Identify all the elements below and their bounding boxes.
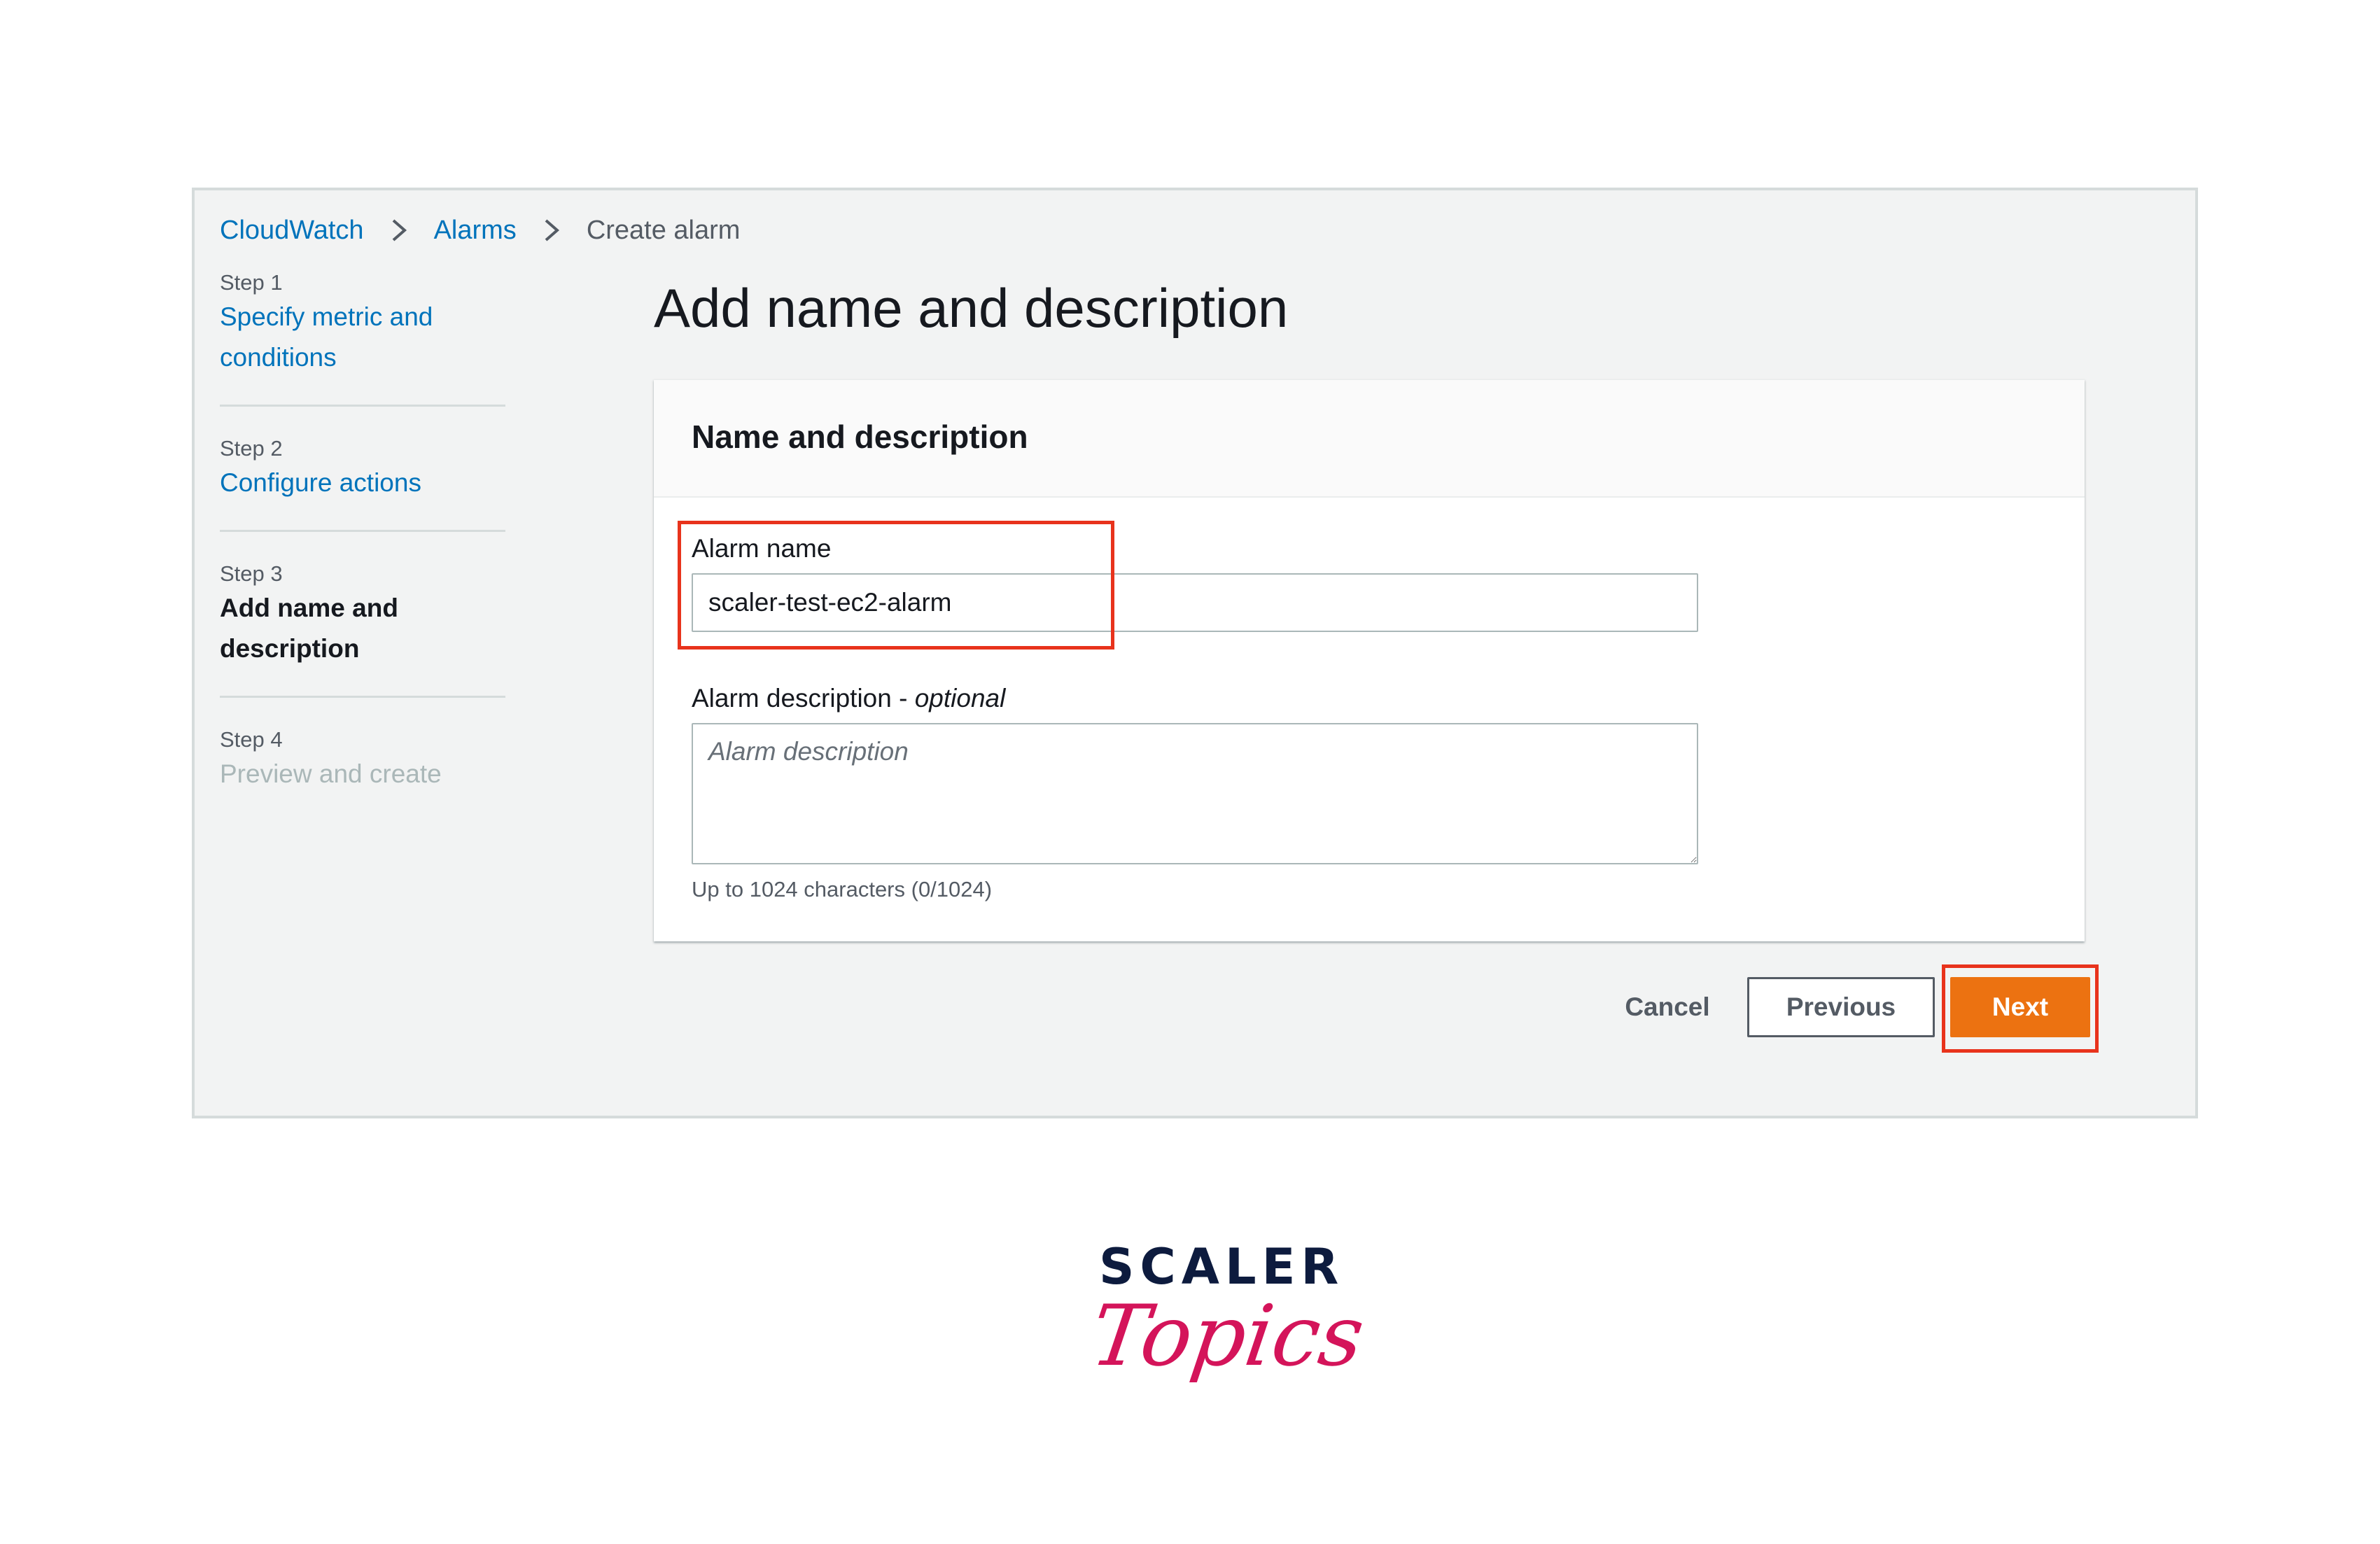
step-divider xyxy=(220,405,505,407)
wizard-step-3: Step 3 Add name and description xyxy=(220,560,505,669)
step-number: Step 2 xyxy=(220,436,283,461)
wizard-step-4: Step 4 Preview and create xyxy=(220,726,505,794)
alarm-description-textarea[interactable] xyxy=(692,723,1698,864)
step-link-specify-metric[interactable]: Specify metric and conditions xyxy=(220,297,505,378)
step-number: Step 1 xyxy=(220,270,283,295)
page-title: Add name and description xyxy=(654,277,1289,339)
logo-topics-text: Topics xyxy=(1085,1288,1370,1385)
step-number: Step 3 xyxy=(220,561,283,586)
wizard-step-1: Step 1 Specify metric and conditions xyxy=(220,269,505,378)
name-description-panel: Name and description Alarm name Alarm de… xyxy=(654,379,2085,941)
chevron-right-icon xyxy=(531,216,573,244)
wizard-steps: Step 1 Specify metric and conditions Ste… xyxy=(220,269,505,794)
alarm-description-label-text: Alarm description - xyxy=(692,684,915,713)
step-link-configure-actions[interactable]: Configure actions xyxy=(220,463,505,503)
alarm-name-highlight-box xyxy=(678,521,1114,650)
cloudwatch-console: CloudWatch Alarms Create alarm Step 1 Sp… xyxy=(192,188,2198,1118)
logo-scaler-text: SCALER xyxy=(1099,1238,1345,1296)
panel-header: Name and description xyxy=(654,380,2085,498)
breadcrumb-alarms[interactable]: Alarms xyxy=(434,216,517,246)
character-count-hint: Up to 1024 characters (0/1024) xyxy=(692,877,993,901)
step-divider xyxy=(220,530,505,532)
cancel-button[interactable]: Cancel xyxy=(1597,977,1737,1037)
optional-label: optional xyxy=(914,684,1006,713)
step-disabled-preview: Preview and create xyxy=(220,759,442,788)
previous-button[interactable]: Previous xyxy=(1747,977,1935,1037)
step-current-add-name: Add name and description xyxy=(220,594,398,663)
scaler-topics-logo: SCALER Topics xyxy=(1085,1239,1369,1421)
step-divider xyxy=(220,696,505,698)
wizard-step-2: Step 2 Configure actions xyxy=(220,435,505,503)
breadcrumb-cloudwatch[interactable]: CloudWatch xyxy=(220,216,364,246)
chevron-right-icon xyxy=(378,216,420,244)
next-button-highlight-box xyxy=(1942,964,2099,1053)
breadcrumb-create-alarm: Create alarm xyxy=(586,215,741,245)
alarm-description-label: Alarm description - optional xyxy=(692,681,1005,716)
step-number: Step 4 xyxy=(220,727,283,752)
panel-title: Name and description xyxy=(692,419,1028,455)
breadcrumb: CloudWatch Alarms Create alarm xyxy=(220,206,740,255)
